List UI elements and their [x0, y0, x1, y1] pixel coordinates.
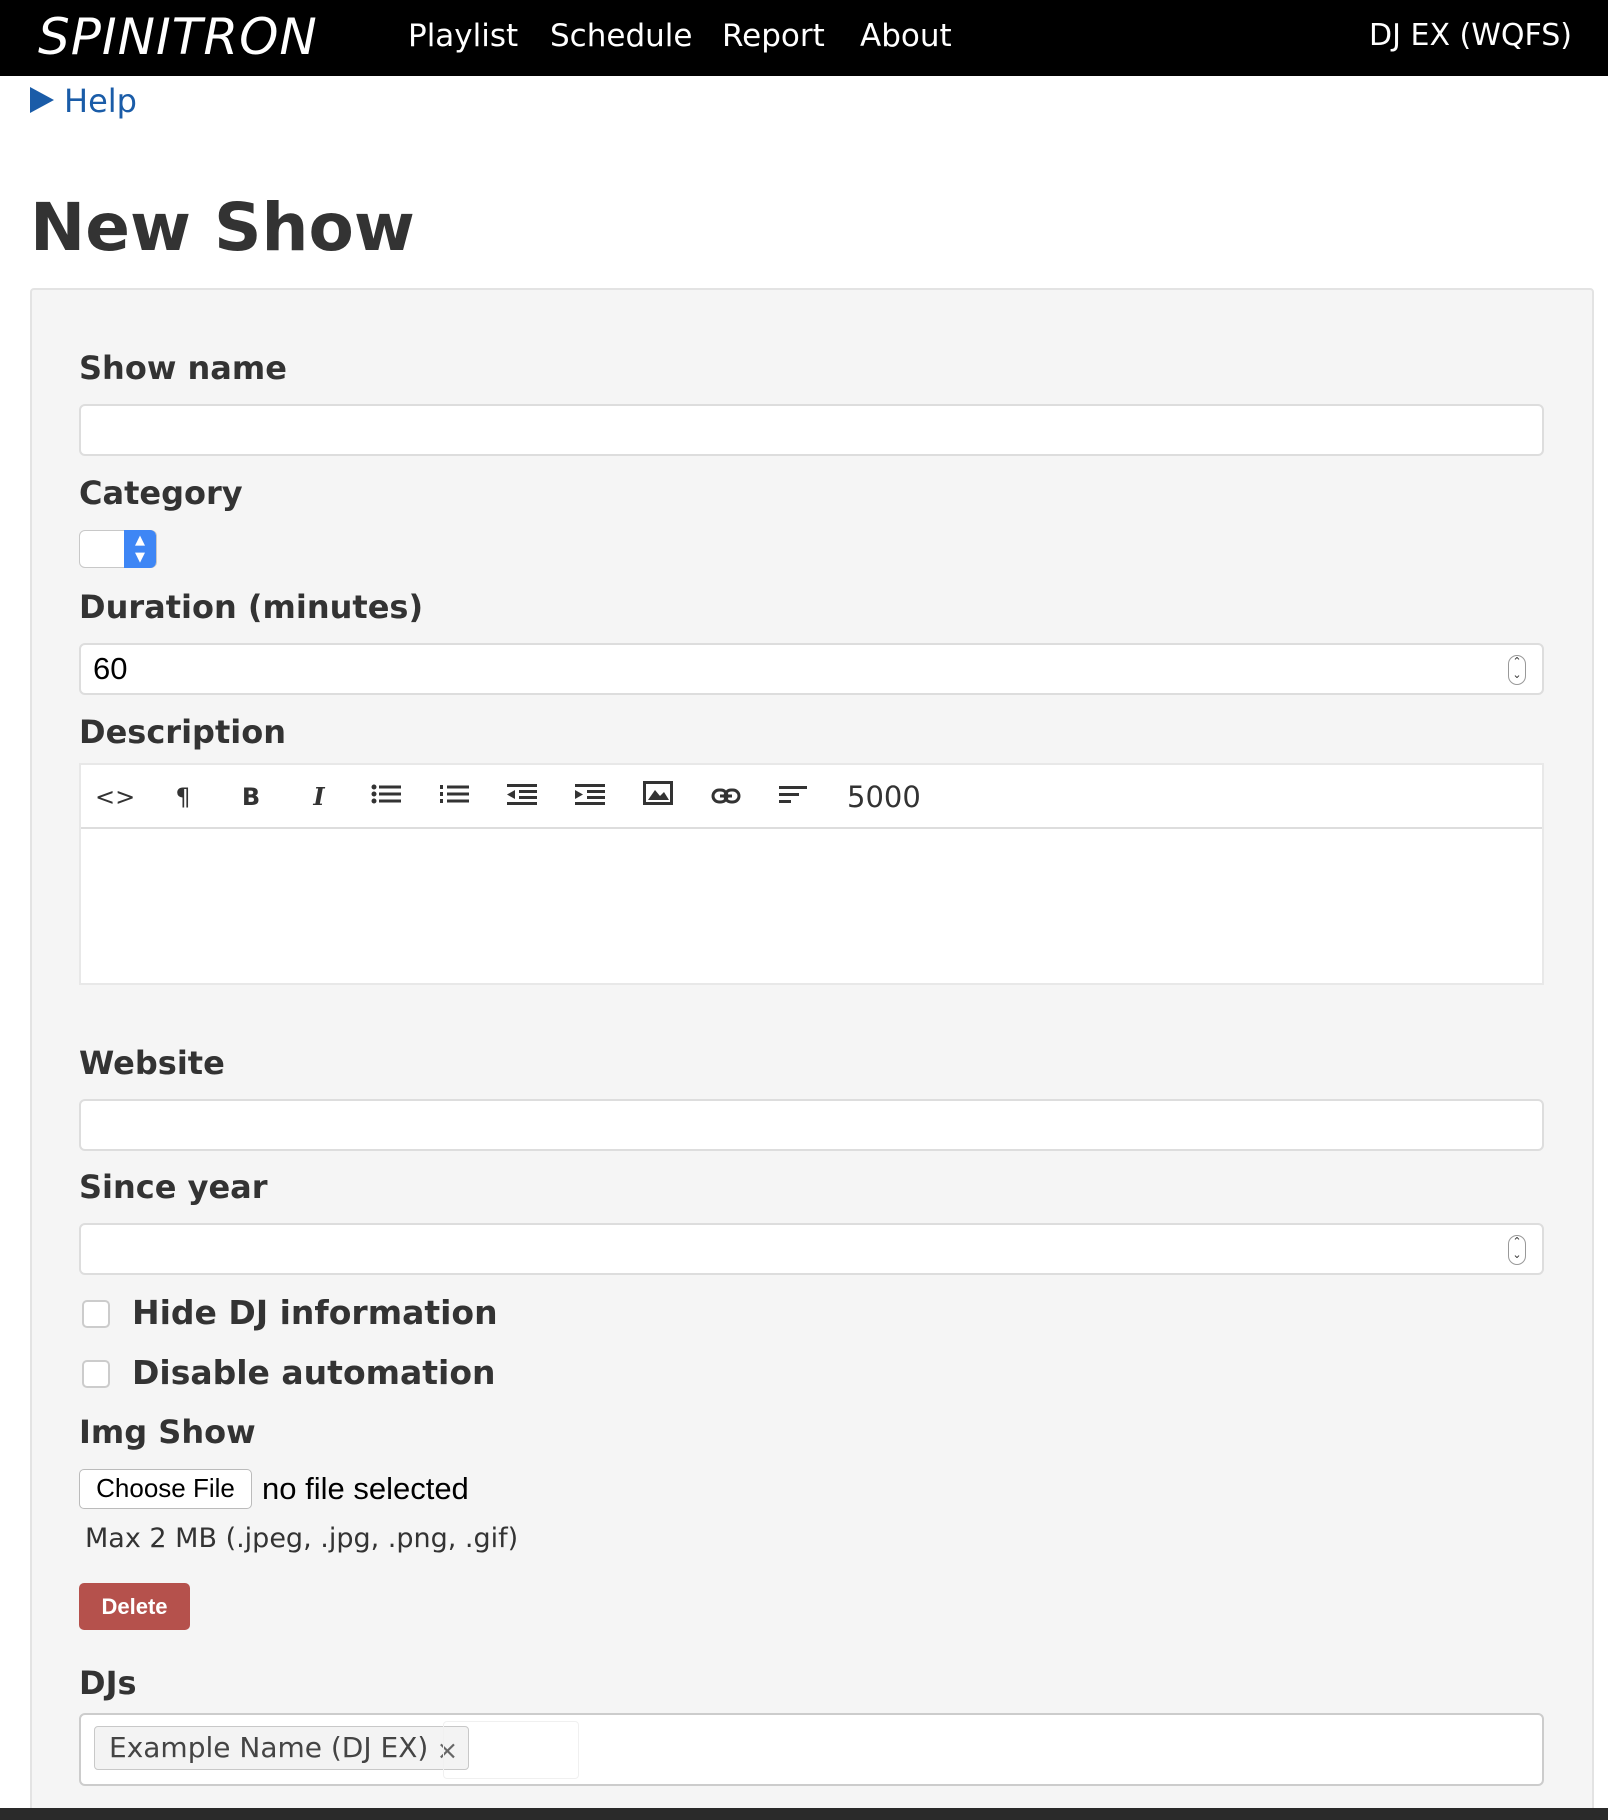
dj-tag: Example Name (DJ EX) ×	[94, 1726, 470, 1770]
duration-input[interactable]: 60 ⌃ ⌄	[79, 643, 1544, 695]
disable-automation-checkbox[interactable]	[82, 1360, 110, 1388]
image-icon[interactable]	[638, 779, 678, 815]
hide-dj-info-checkbox[interactable]	[82, 1300, 110, 1328]
help-toggle[interactable]: Help	[30, 80, 137, 122]
disable-automation-label[interactable]: Disable automation	[132, 1352, 496, 1394]
dj-search-input[interactable]	[443, 1721, 579, 1779]
triangle-right-icon	[30, 87, 54, 113]
paragraph-icon[interactable]: ¶	[163, 779, 203, 815]
since-year-label: Since year	[79, 1168, 268, 1206]
since-year-input[interactable]: ⌃ ⌄	[79, 1223, 1544, 1275]
category-label: Category	[79, 474, 243, 512]
dj-tag-label: Example Name (DJ EX)	[109, 1731, 429, 1764]
nav-schedule[interactable]: Schedule	[550, 0, 692, 72]
italic-icon[interactable]: I	[299, 779, 339, 815]
description-label: Description	[79, 713, 286, 751]
website-label: Website	[79, 1044, 225, 1082]
choose-file-button[interactable]: Choose File	[79, 1469, 252, 1509]
outdent-icon[interactable]	[502, 779, 542, 815]
link-icon[interactable]	[706, 779, 746, 815]
bold-icon[interactable]: B	[231, 779, 271, 815]
file-status: no file selected	[262, 1471, 469, 1506]
help-label: Help	[64, 82, 137, 120]
show-name-input[interactable]	[79, 404, 1544, 456]
bottom-edge	[0, 1808, 1608, 1820]
number-spinner-icon[interactable]: ⌃ ⌄	[1508, 1235, 1526, 1265]
page-title: New Show	[30, 189, 415, 266]
spinitron-logo[interactable]: SPINITRON	[38, 4, 318, 70]
editor-toolbar: <> ¶ B I 5000	[81, 765, 1542, 829]
form-panel	[30, 288, 1594, 1820]
unordered-list-icon[interactable]	[366, 779, 406, 815]
code-view-icon[interactable]: <>	[95, 779, 135, 815]
show-name-label: Show name	[79, 349, 287, 387]
hide-dj-info-label[interactable]: Hide DJ information	[132, 1292, 498, 1334]
img-show-label: Img Show	[79, 1413, 256, 1451]
duration-value: 60	[93, 651, 128, 686]
description-editor: <> ¶ B I 5000	[79, 763, 1544, 985]
ordered-list-icon[interactable]	[434, 779, 474, 815]
nav-report[interactable]: Report	[722, 0, 825, 72]
indent-icon[interactable]	[570, 779, 610, 815]
nav-playlist[interactable]: Playlist	[408, 0, 518, 72]
number-spinner-icon[interactable]: ⌃ ⌄	[1508, 655, 1526, 685]
user-menu[interactable]: DJ EX (WQFS)	[1369, 0, 1572, 72]
top-navbar: SPINITRON Playlist Schedule Report About…	[0, 0, 1608, 76]
nav-about[interactable]: About	[860, 0, 952, 72]
description-textarea[interactable]	[81, 831, 1542, 983]
djs-label: DJs	[79, 1664, 137, 1702]
website-input[interactable]	[79, 1099, 1544, 1151]
align-left-icon[interactable]	[774, 779, 814, 815]
char-counter: 5000	[847, 780, 921, 814]
djs-multiselect[interactable]: Example Name (DJ EX) ×	[79, 1713, 1544, 1786]
duration-label: Duration (minutes)	[79, 588, 424, 626]
delete-image-button[interactable]: Delete	[79, 1583, 190, 1630]
category-select[interactable]: ▲ ▼	[79, 530, 157, 568]
select-arrows-icon: ▲ ▼	[124, 530, 156, 568]
file-size-hint: Max 2 MB (.jpeg, .jpg, .png, .gif)	[85, 1523, 519, 1554]
